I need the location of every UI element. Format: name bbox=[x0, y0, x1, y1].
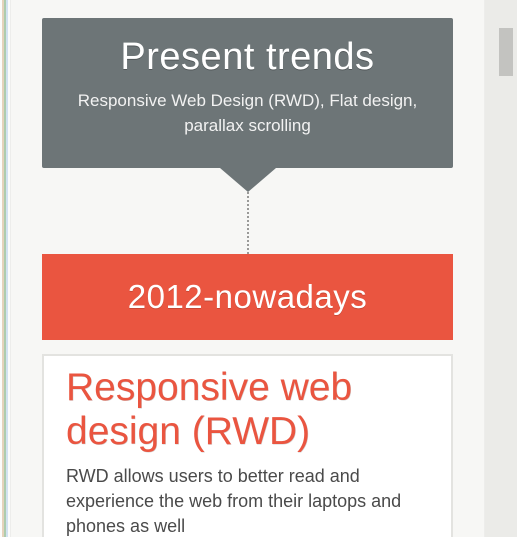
content-column: Present trends Responsive Web Design (RW… bbox=[10, 0, 485, 537]
era-label: 2012-nowadays bbox=[128, 278, 368, 315]
hero-subtitle: Responsive Web Design (RWD), Flat design… bbox=[60, 89, 435, 138]
hero-title: Present trends bbox=[60, 36, 435, 79]
topic-heading: Responsive web design (RWD) bbox=[66, 366, 429, 453]
preview-page: Present trends Responsive Web Design (RW… bbox=[10, 0, 485, 537]
editor-left-gutter bbox=[0, 0, 10, 537]
down-arrow-icon bbox=[220, 168, 276, 192]
timeline-connector bbox=[247, 192, 249, 254]
scrollbar-thumb[interactable] bbox=[499, 28, 513, 76]
hero-banner: Present trends Responsive Web Design (RW… bbox=[42, 18, 453, 168]
topic-body: RWD allows users to better read and expe… bbox=[66, 464, 429, 537]
scrollbar-track[interactable] bbox=[485, 0, 517, 537]
era-banner: 2012-nowadays bbox=[42, 254, 453, 340]
topic-card: Responsive web design (RWD) RWD allows u… bbox=[42, 354, 453, 537]
